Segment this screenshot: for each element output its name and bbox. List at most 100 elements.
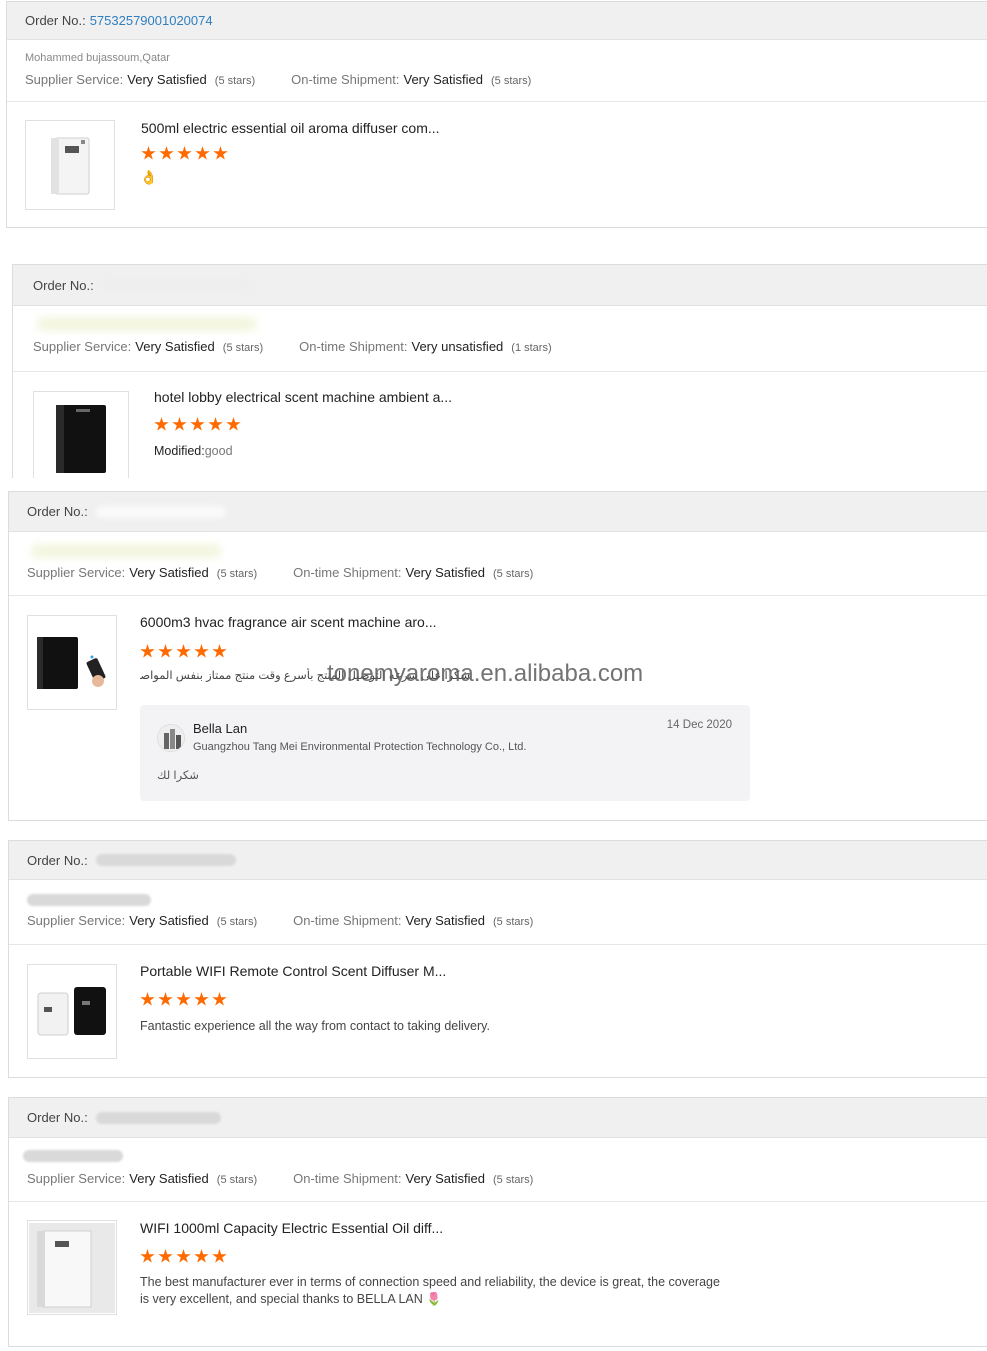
shipment-value: Very Satisfied xyxy=(403,72,484,87)
divider xyxy=(9,944,987,945)
star-icon xyxy=(140,644,155,658)
supplier-company: Guangzhou Tang Mei Environmental Protect… xyxy=(193,741,527,753)
supplier-avatar xyxy=(157,724,185,752)
redacted-order-number xyxy=(101,279,252,291)
star-icon xyxy=(177,146,192,160)
black-diffuser-image xyxy=(56,405,106,473)
review-modified-label: Modified: xyxy=(154,444,205,458)
divider xyxy=(9,595,987,596)
ratings-row: Supplier Service: Very Satisfied (5 stars)… xyxy=(27,1171,533,1186)
supplier-name: Bella Lan xyxy=(193,721,248,736)
review-text: Modified:good xyxy=(154,443,233,460)
shipment-value: Very Satisfied xyxy=(405,913,486,928)
star-icon xyxy=(140,1249,155,1263)
redacted-buyer xyxy=(31,544,221,558)
rating-stars xyxy=(140,1249,227,1264)
supplier-service-value: Very Satisfied xyxy=(129,913,209,928)
shipment-label: On-time Shipment: xyxy=(299,339,408,354)
star-icon xyxy=(212,644,227,658)
order-label: Order No.: xyxy=(27,852,88,868)
star-icon xyxy=(226,417,241,431)
star-icon xyxy=(212,1249,227,1263)
star-icon xyxy=(158,644,173,658)
review-card-2: Order No.: Supplier Service: Very Satisfi… xyxy=(12,264,987,478)
reply-date: 14 Dec 2020 xyxy=(666,719,732,731)
star-icon xyxy=(190,417,205,431)
review-text: The best manufacturer ever in terms of c… xyxy=(140,1275,720,1306)
supplier-service-value: Very Satisfied xyxy=(135,339,215,354)
supplier-service-stars: (5 stars) xyxy=(216,568,258,580)
order-label: Order No.: xyxy=(27,1110,88,1125)
order-label: Order No.: xyxy=(25,13,86,28)
ratings-row: Supplier Service: Very Satisfied (5 stars)… xyxy=(25,72,531,87)
supplier-service-label: Supplier Service: xyxy=(27,913,126,928)
white-diffuser-image xyxy=(29,1222,115,1313)
review-card-1: Order No.: 57532579001020074 Mohammed bu… xyxy=(6,1,987,228)
supplier-service-value: Very Satisfied xyxy=(129,1171,209,1186)
star-icon xyxy=(176,1249,191,1263)
star-icon xyxy=(213,146,228,160)
supplier-service-stars: (5 stars) xyxy=(222,342,264,354)
redacted-buyer xyxy=(27,894,151,906)
product-thumbnail[interactable] xyxy=(27,615,117,710)
star-icon xyxy=(194,1249,209,1263)
product-title-link[interactable]: 6000m3 hvac fragrance air scent machine … xyxy=(140,614,437,630)
star-icon xyxy=(158,1249,173,1263)
building-icon xyxy=(158,725,184,751)
order-header: Order No.: xyxy=(9,1098,987,1138)
shipment-stars: (5 stars) xyxy=(493,568,534,580)
divider xyxy=(9,1201,987,1202)
star-icon xyxy=(141,146,156,160)
order-header: Order No.: 57532579001020074 xyxy=(7,2,987,40)
redacted-order-number xyxy=(95,505,226,518)
shipment-stars: (5 stars) xyxy=(493,1174,534,1186)
star-icon xyxy=(172,417,187,431)
watermark: tonemyaroma.en.alibaba.com xyxy=(327,660,644,687)
star-icon xyxy=(208,417,223,431)
supplier-service-stars: (5 stars) xyxy=(216,1174,258,1186)
white-diffuser-image xyxy=(51,137,90,195)
product-title-link[interactable]: hotel lobby electrical scent machine amb… xyxy=(154,389,452,405)
shipment-value: Very Satisfied xyxy=(405,565,486,580)
order-label: Order No.: xyxy=(33,277,94,293)
star-icon xyxy=(159,146,174,160)
ratings-row: Supplier Service: Very Satisfied (5 stars)… xyxy=(27,913,533,928)
order-header: Order No.: xyxy=(9,492,987,532)
product-thumbnail[interactable] xyxy=(33,391,129,478)
order-number-link[interactable]: 57532579001020074 xyxy=(90,13,213,28)
shipment-value: Very unsatisfied xyxy=(411,339,504,354)
supplier-service-label: Supplier Service: xyxy=(27,565,126,580)
supplier-service-label: Supplier Service: xyxy=(33,339,132,354)
reply-text: شكرا لك xyxy=(157,770,199,782)
product-thumbnail[interactable] xyxy=(27,964,117,1059)
star-icon xyxy=(212,992,227,1006)
review-card-3: Order No.: Supplier Service: Very Satisfi… xyxy=(8,491,987,821)
ratings-row: Supplier Service: Very Satisfied (5 stars)… xyxy=(33,339,552,354)
shipment-label: On-time Shipment: xyxy=(293,1171,402,1186)
star-icon xyxy=(158,992,173,1006)
divider xyxy=(7,101,987,102)
buyer-name: Mohammed bujassoum,Qatar xyxy=(25,52,170,64)
review-body: good xyxy=(204,444,233,458)
product-title-link[interactable]: Portable WIFI Remote Control Scent Diffu… xyxy=(140,963,446,979)
rating-stars xyxy=(140,644,227,659)
star-icon xyxy=(194,992,209,1006)
shipment-value: Very Satisfied xyxy=(405,1171,486,1186)
shipment-label: On-time Shipment: xyxy=(293,565,402,580)
review-text: Fantastic experience all the way from co… xyxy=(140,1019,490,1033)
ratings-row: Supplier Service: Very Satisfied (5 stars)… xyxy=(27,565,533,580)
product-title-link[interactable]: WIFI 1000ml Capacity Electric Essential … xyxy=(140,1220,443,1236)
redacted-buyer xyxy=(23,1150,123,1162)
review-card-5: Order No.: Supplier Service: Very Satisfi… xyxy=(8,1097,987,1347)
star-icon xyxy=(176,992,191,1006)
shipment-stars: (5 stars) xyxy=(493,916,534,928)
rating-stars xyxy=(154,417,241,432)
supplier-service-value: Very Satisfied xyxy=(127,72,207,87)
product-title-link[interactable]: 500ml electric essential oil aroma diffu… xyxy=(141,120,440,136)
supplier-service-stars: (5 stars) xyxy=(216,916,258,928)
redacted-order-number xyxy=(95,1111,221,1124)
star-icon xyxy=(154,417,169,431)
star-icon xyxy=(140,992,155,1006)
product-thumbnail[interactable] xyxy=(27,1220,117,1315)
product-thumbnail[interactable] xyxy=(25,120,115,210)
